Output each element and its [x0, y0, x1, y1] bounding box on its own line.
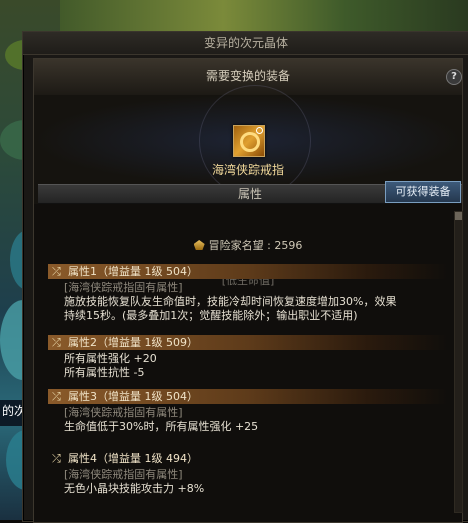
window-title: 变异的次元晶体 [23, 32, 468, 55]
attribute-option-4[interactable]: ⤮ 属性4（增益量 1级 494） [海湾侠踪戒指固有属性] 无色小晶块技能攻击… [48, 451, 448, 496]
option-effect: 生命值低于30%时，所有属性强化 +25 [64, 420, 259, 433]
ring-icon[interactable] [233, 125, 265, 157]
crown-icon [193, 240, 205, 250]
shuffle-icon: ⤮ [52, 265, 61, 278]
equip-item-name: 海湾侠踪戒指 [211, 163, 284, 177]
background-scene-top [60, 0, 468, 34]
shuffle-icon: ⤮ [52, 452, 61, 465]
option-effect: 所有属性抗性 -5 [64, 366, 145, 379]
option-title: 属性4（增益量 1级 494） [68, 452, 198, 465]
fame-label: 冒险家名望 : 2596 [208, 239, 303, 252]
option-effect: 持续15秒。(最多叠加1次；觉醒技能除外；输出职业不适用) [64, 309, 358, 322]
option-source: [海湾侠踪戒指固有属性] [64, 468, 183, 481]
adventurer-fame: 冒险家名望 : 2596 [34, 237, 462, 253]
option-source: [海湾侠踪戒指固有属性] [64, 281, 183, 294]
shuffle-icon: ⤮ [52, 390, 61, 403]
option-title: 属性3（增益量 1级 504） [68, 390, 198, 403]
list-scrollbar[interactable] [454, 211, 463, 513]
conversion-panel: 需要变换的装备 ? 海湾侠踪戒指 属性 可获得装备 冒险家名望 : 2596 [… [33, 58, 463, 523]
shuffle-icon: ⤮ [52, 336, 61, 349]
attribute-option-2[interactable]: ⤮ 属性2（增益量 1级 509） 所有属性强化 +20 所有属性抗性 -5 [48, 335, 448, 380]
option-source: [海湾侠踪戒指固有属性] [64, 406, 183, 419]
dimension-crystal-window: 变异的次元晶体 需要变换的装备 ? 海湾侠踪戒指 属性 可获得装备 冒险家名望 … [22, 31, 468, 523]
obtainable-equipment-button[interactable]: 可获得装备 [385, 181, 461, 203]
question-icon[interactable]: ? [446, 69, 462, 85]
attribute-option-3[interactable]: ⤮ 属性3（增益量 1级 504） [海湾侠踪戒指固有属性] 生命值低于30%时… [48, 389, 448, 434]
option-title: 属性1（增益量 1级 504） [68, 265, 198, 278]
option-effect: 所有属性强化 +20 [64, 352, 157, 365]
option-title: 属性2（增益量 1级 509） [68, 336, 198, 349]
attribute-option-1[interactable]: ⤮ 属性1（增益量 1级 504） [海湾侠踪戒指固有属性] 施放技能恢复队友生… [48, 264, 448, 323]
option-effect: 施放技能恢复队友生命值时，技能冷却时间恢复速度增加30%，效果 [64, 295, 397, 308]
option-effect: 无色小晶块技能攻击力 +8% [64, 482, 205, 495]
